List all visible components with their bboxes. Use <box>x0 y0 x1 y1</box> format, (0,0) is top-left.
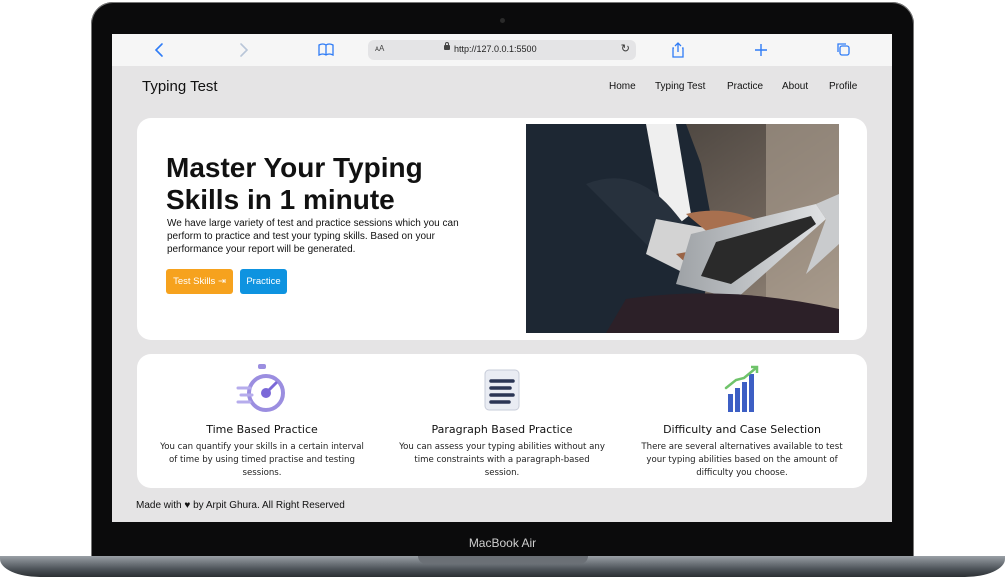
lock-icon <box>444 42 450 50</box>
reload-icon[interactable]: ↻ <box>621 42 630 55</box>
nav-practice[interactable]: Practice <box>727 81 763 92</box>
feature-title: Time Based Practice <box>206 423 318 436</box>
feature-description: You can quantify your skills in a certai… <box>160 442 364 478</box>
feature-description: There are several alternatives available… <box>641 442 843 478</box>
nav-home[interactable]: Home <box>609 81 636 92</box>
laptop-notch <box>418 556 588 564</box>
bookmarks-icon[interactable] <box>316 40 336 60</box>
tabs-icon[interactable] <box>834 40 854 60</box>
feature-description: You can assess your typing abilities wit… <box>399 442 605 478</box>
share-icon[interactable] <box>668 40 688 60</box>
feature-title: Paragraph Based Practice <box>431 423 573 436</box>
site-brand[interactable]: Typing Test <box>142 78 218 95</box>
new-tab-icon[interactable] <box>751 40 771 60</box>
practice-button[interactable]: Practice <box>240 269 287 294</box>
forward-icon[interactable] <box>233 40 253 60</box>
stopwatch-icon <box>236 364 288 416</box>
feature-paragraph-based: Paragraph Based Practice You can assess … <box>392 354 612 488</box>
nav-profile[interactable]: Profile <box>829 81 857 92</box>
back-icon[interactable] <box>150 40 170 60</box>
hero-title: Master Your Typing Skills in 1 minute <box>166 152 423 215</box>
camera <box>500 18 505 23</box>
test-skills-button[interactable]: Test Skills ⇥ <box>166 269 233 294</box>
laptop-screen: ᴀA http://127.0.0.1:5500 ↻ Typing Test H… <box>112 34 892 522</box>
feature-title: Difficulty and Case Selection <box>663 423 821 436</box>
address-bar[interactable]: ᴀA http://127.0.0.1:5500 ↻ <box>368 40 636 60</box>
hero-card: Master Your Typing Skills in 1 minute We… <box>137 118 867 340</box>
reader-text-size[interactable]: ᴀA <box>375 44 384 53</box>
hero-photo-laptop-typing <box>526 124 839 333</box>
nav-about[interactable]: About <box>782 81 808 92</box>
footer-credits: Made with ♥ by Arpit Ghura. All Right Re… <box>136 500 345 511</box>
paragraph-icon <box>476 364 528 416</box>
url-text[interactable]: http://127.0.0.1:5500 <box>454 44 537 54</box>
hero-description: We have large variety of test and practi… <box>167 218 459 255</box>
device-label: MacBook Air <box>468 536 537 550</box>
browser-toolbar: ᴀA http://127.0.0.1:5500 ↻ <box>112 34 892 66</box>
feature-time-based: Time Based Practice You can quantify you… <box>152 354 372 488</box>
nav-typing-test[interactable]: Typing Test <box>655 81 705 92</box>
feature-difficulty-selection: Difficulty and Case Selection There are … <box>632 354 852 488</box>
growth-chart-icon <box>716 364 768 416</box>
features-card: Time Based Practice You can quantify you… <box>137 354 867 488</box>
